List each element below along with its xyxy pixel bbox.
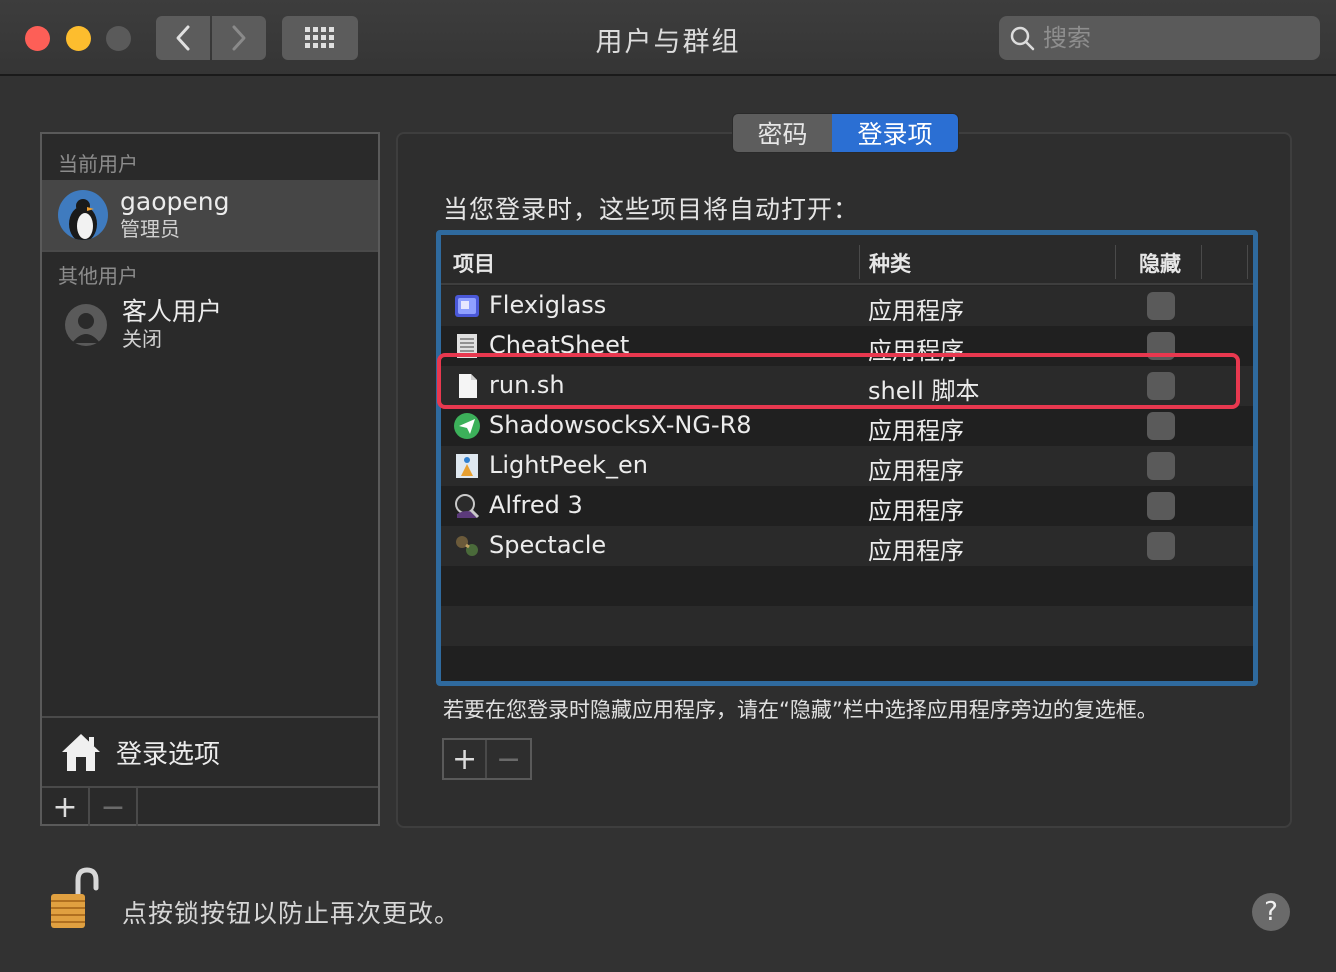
login-items-table: 项目 种类 隐藏 Flexiglass 应用程序 CheatSheet 应用程序	[436, 230, 1258, 686]
table-row[interactable]: Flexiglass 应用程序	[441, 286, 1253, 326]
alfred-icon	[455, 494, 480, 519]
title-bar: 用户与群组	[0, 0, 1336, 76]
other-users-header: 其他用户	[58, 264, 138, 288]
login-items-intro: 当您登录时，这些项目将自动打开：	[443, 195, 860, 224]
login-items-toolbar: + −	[442, 738, 532, 780]
hide-checkbox[interactable]	[1147, 372, 1175, 400]
flexiglass-icon	[455, 295, 479, 317]
item-name: Alfred 3	[489, 491, 583, 519]
login-options-label: 登录选项	[116, 739, 221, 770]
current-user-name: gaopeng	[120, 187, 230, 216]
item-kind: shell 脚本	[868, 377, 980, 405]
users-sidebar: 当前用户 gaopeng 管理员 其他用户 客人用户 关闭 登录选项 + −	[40, 132, 380, 826]
column-header-kind[interactable]: 种类	[869, 248, 911, 278]
lock-icon[interactable]	[48, 866, 100, 932]
table-row[interactable]: LightPeek_en 应用程序	[441, 446, 1253, 486]
tab-login-items[interactable]: 登录项	[832, 114, 958, 152]
lock-status-text: 点按锁按钮以防止再次更改。	[122, 899, 461, 928]
search-icon	[1010, 26, 1035, 51]
item-kind: 应用程序	[868, 537, 964, 565]
hide-checkbox[interactable]	[1147, 292, 1175, 320]
hide-checkbox[interactable]	[1147, 532, 1175, 560]
item-name: CheatSheet	[489, 331, 630, 359]
remove-login-item-button[interactable]: −	[487, 740, 530, 778]
table-row[interactable]: run.sh shell 脚本	[441, 366, 1253, 406]
guest-user-status: 关闭	[122, 327, 162, 351]
remove-user-button[interactable]: −	[90, 788, 138, 826]
item-name: Flexiglass	[489, 291, 607, 319]
empty-row	[441, 606, 1253, 646]
tab-bar: 密码 登录项	[732, 113, 959, 153]
search-input[interactable]	[1043, 24, 1303, 52]
sidebar-toolbar: + −	[42, 786, 378, 826]
current-user-row[interactable]: gaopeng 管理员	[42, 180, 378, 250]
column-header-item[interactable]: 项目	[453, 248, 495, 278]
table-row[interactable]: ShadowsocksX-NG-R8 应用程序	[441, 406, 1253, 446]
login-options-item[interactable]: 登录选项	[42, 716, 378, 786]
item-kind: 应用程序	[868, 457, 964, 485]
house-icon	[62, 734, 100, 771]
empty-row	[441, 566, 1253, 606]
document-icon	[459, 374, 477, 398]
shadowsocks-icon	[454, 413, 480, 439]
hide-checkbox[interactable]	[1147, 412, 1175, 440]
guest-user-row[interactable]: 客人用户 关闭	[42, 290, 378, 360]
add-user-button[interactable]: +	[42, 788, 90, 826]
item-name: Spectacle	[489, 531, 607, 559]
cheatsheet-icon	[457, 334, 477, 358]
item-name: ShadowsocksX-NG-R8	[489, 411, 752, 439]
item-kind: 应用程序	[868, 337, 964, 365]
guest-user-name: 客人用户	[122, 297, 223, 326]
hide-checkbox[interactable]	[1147, 332, 1175, 360]
user-avatar	[58, 190, 108, 240]
table-row[interactable]: CheatSheet 应用程序	[441, 326, 1253, 366]
item-kind: 应用程序	[868, 497, 964, 525]
table-header: 项目 种类 隐藏	[441, 235, 1253, 285]
item-name: LightPeek_en	[489, 451, 648, 479]
column-header-hide[interactable]: 隐藏	[1139, 248, 1181, 278]
current-user-role: 管理员	[120, 217, 180, 241]
current-user-header: 当前用户	[58, 152, 138, 176]
item-kind: 应用程序	[868, 297, 964, 325]
tab-password[interactable]: 密码	[733, 114, 832, 152]
table-row[interactable]: Alfred 3 应用程序	[441, 486, 1253, 526]
add-login-item-button[interactable]: +	[444, 740, 488, 778]
hide-checkbox[interactable]	[1147, 492, 1175, 520]
lightpeek-icon	[456, 454, 478, 478]
item-name: run.sh	[489, 371, 565, 399]
guest-user-icon	[64, 303, 108, 347]
table-row[interactable]: Spectacle 应用程序	[441, 526, 1253, 566]
item-kind: 应用程序	[868, 417, 964, 445]
empty-row	[441, 646, 1253, 681]
spectacle-icon	[456, 536, 478, 556]
hide-checkbox[interactable]	[1147, 452, 1175, 480]
hide-hint-text: 若要在您登录时隐藏应用程序，请在“隐藏”栏中选择应用程序旁边的复选框。	[443, 698, 1158, 722]
search-field[interactable]	[999, 16, 1320, 60]
help-button[interactable]: ?	[1252, 893, 1290, 931]
